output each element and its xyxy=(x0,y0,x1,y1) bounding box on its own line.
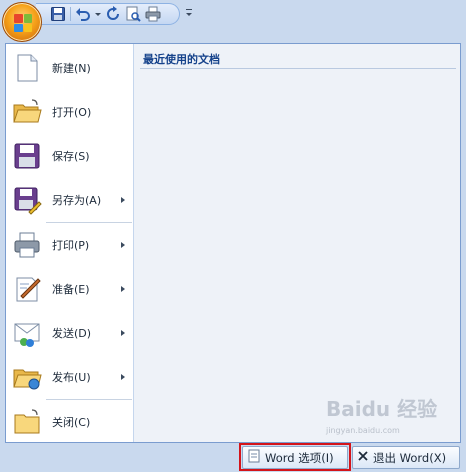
menu-item-label: 打开(O) xyxy=(52,106,92,119)
menu-item-label: 打印(P) xyxy=(52,239,90,252)
watermark: Baidu 经验 jingyan.baidu.com xyxy=(318,392,458,436)
menu-item-label: 保存(S) xyxy=(52,150,90,163)
send-icon xyxy=(12,318,42,348)
menu-item-label: 另存为(A) xyxy=(52,194,102,207)
close-icon xyxy=(357,450,369,465)
toolbar-separator xyxy=(70,7,71,21)
print-preview-icon[interactable] xyxy=(125,6,141,22)
submenu-arrow-icon xyxy=(121,286,125,292)
menu-item-close[interactable]: 关闭(C) xyxy=(6,400,133,444)
exit-word-button[interactable]: 退出 Word(X) xyxy=(352,446,460,469)
save-disk-icon xyxy=(12,141,42,171)
recent-documents-title: 最近使用的文档 xyxy=(143,53,220,66)
menu-item-prepare[interactable]: 准备(E) xyxy=(6,267,133,311)
close-folder-icon xyxy=(12,407,42,437)
publish-icon xyxy=(12,362,42,392)
save-as-icon xyxy=(12,185,42,215)
menu-commands: 新建(N) 打开(O) 保存(S) 另存为(A) 打印(P) 准备(E) 发送(… xyxy=(6,44,134,442)
options-icon xyxy=(247,449,261,466)
office-button[interactable] xyxy=(2,2,42,42)
menu-item-open[interactable]: 打开(O) xyxy=(6,90,133,134)
save-icon[interactable] xyxy=(50,6,66,22)
menu-item-new[interactable]: 新建(N) xyxy=(6,46,133,90)
recent-documents-divider xyxy=(140,68,456,69)
submenu-arrow-icon xyxy=(121,242,125,248)
menu-item-print[interactable]: 打印(P) xyxy=(6,223,133,267)
prepare-icon xyxy=(12,274,42,304)
watermark-text: Baidu 经验 xyxy=(326,397,437,421)
menu-item-send[interactable]: 发送(D) xyxy=(6,311,133,355)
undo-dropdown-icon[interactable] xyxy=(95,6,101,22)
redo-icon[interactable] xyxy=(105,6,121,22)
submenu-arrow-icon xyxy=(121,374,125,380)
menu-item-label: 新建(N) xyxy=(52,62,91,75)
menu-item-label: 关闭(C) xyxy=(52,416,91,429)
recent-documents-panel: 最近使用的文档 xyxy=(134,44,460,442)
office-menu: 新建(N) 打开(O) 保存(S) 另存为(A) 打印(P) 准备(E) 发送(… xyxy=(5,43,461,443)
exit-word-label: 退出 Word(X) xyxy=(373,450,447,465)
open-folder-icon xyxy=(12,97,42,127)
undo-icon[interactable] xyxy=(75,6,91,22)
menu-item-save[interactable]: 保存(S) xyxy=(6,134,133,178)
menu-item-save-as[interactable]: 另存为(A) xyxy=(6,178,133,222)
customize-toolbar-icon[interactable] xyxy=(184,7,194,19)
menu-item-publish[interactable]: 发布(U) xyxy=(6,355,133,399)
word-options-button[interactable]: Word 选项(I) xyxy=(242,446,348,469)
printer-icon xyxy=(12,230,42,260)
submenu-arrow-icon xyxy=(121,330,125,336)
menu-item-label: 准备(E) xyxy=(52,283,90,296)
menu-item-label: 发送(D) xyxy=(52,327,92,340)
menu-footer: Word 选项(I) 退出 Word(X) xyxy=(5,443,461,472)
submenu-arrow-icon xyxy=(121,197,125,203)
office-logo-icon xyxy=(14,14,32,32)
new-document-icon xyxy=(12,53,42,83)
menu-item-label: 发布(U) xyxy=(52,371,91,384)
word-options-label: Word 选项(I) xyxy=(265,450,334,465)
printer-icon[interactable] xyxy=(145,6,161,22)
quick-access-toolbar xyxy=(36,3,180,25)
watermark-sub: jingyan.baidu.com xyxy=(326,426,400,435)
